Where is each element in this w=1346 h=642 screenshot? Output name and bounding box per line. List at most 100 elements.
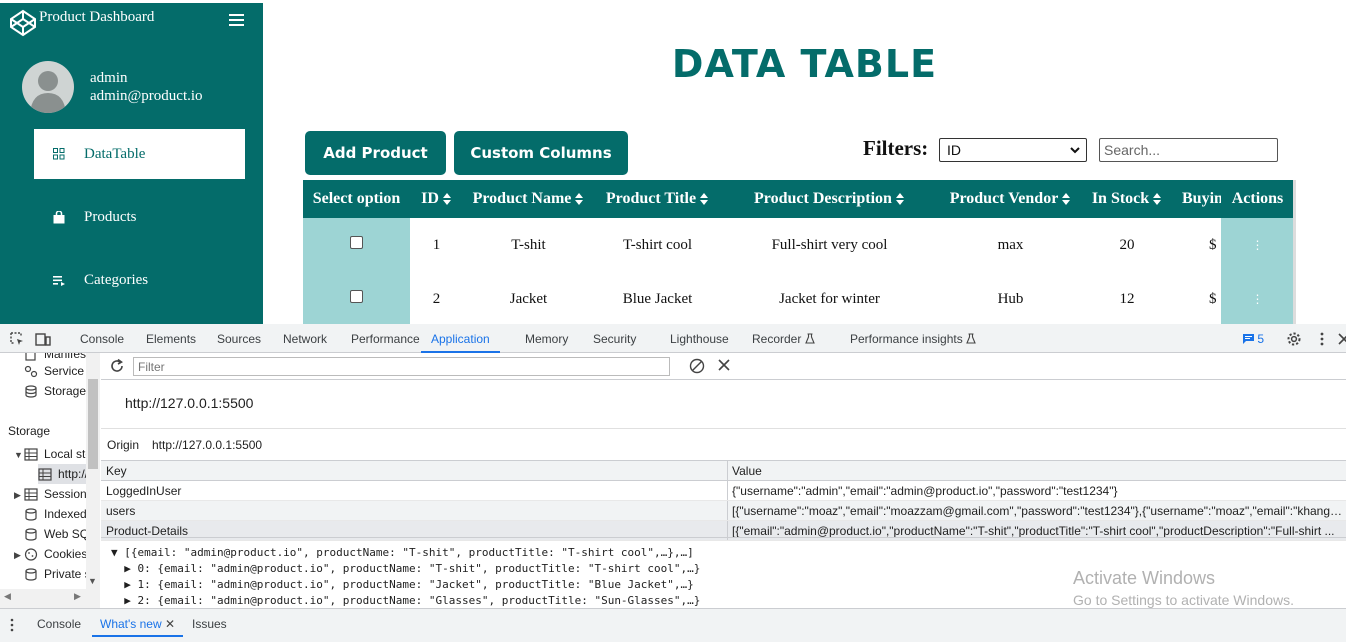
column-divider: [727, 501, 728, 520]
tab-performance[interactable]: Performance: [351, 324, 420, 353]
tab-performance-insights[interactable]: Performance insights: [850, 324, 976, 353]
refresh-icon[interactable]: [109, 358, 125, 374]
row-checkbox[interactable]: [350, 236, 363, 249]
preview-line[interactable]: ▼ [{email: "admin@product.io", productNa…: [111, 546, 694, 559]
table-row[interactable]: users [{"username":"moaz","email":"moazz…: [101, 501, 1346, 521]
drawer-tab-issues[interactable]: Issues: [192, 609, 227, 637]
clear-all-icon[interactable]: [689, 358, 705, 374]
row-checkbox[interactable]: [350, 290, 363, 303]
scroll-down-icon[interactable]: ▼: [88, 576, 97, 586]
origin-row: Origin http://127.0.0.1:5500: [101, 428, 1346, 459]
more-vertical-icon[interactable]: [1314, 331, 1330, 347]
header-in-stock[interactable]: In Stock: [1083, 180, 1171, 218]
storage-heading: Storage: [8, 424, 51, 438]
tab-lighthouse[interactable]: Lighthouse: [670, 324, 729, 353]
nav-item-categories[interactable]: Categories: [34, 255, 245, 305]
nav-item-datatable[interactable]: DataTable: [34, 129, 245, 179]
close-icon[interactable]: [1336, 331, 1346, 347]
kv-header-row: Key Value: [101, 460, 1346, 481]
tab-memory[interactable]: Memory: [525, 324, 568, 353]
tab-application[interactable]: Application: [421, 324, 500, 353]
grid-icon: [52, 147, 66, 161]
table-row[interactable]: LoggedInUser {"username":"admin","email"…: [101, 481, 1346, 501]
kv-value[interactable]: [{"username":"moaz","email":"moazzam@gma…: [732, 501, 1346, 521]
add-product-button[interactable]: Add Product: [305, 131, 446, 175]
sidebar-scrollbar[interactable]: ▼: [86, 353, 100, 608]
sort-icon: [700, 193, 709, 206]
scroll-right-icon[interactable]: ▶: [74, 591, 81, 602]
more-vertical-icon: ⋮: [1251, 291, 1264, 306]
sort-icon: [1153, 193, 1162, 206]
delete-selected-icon[interactable]: [717, 358, 731, 372]
nav-item-products[interactable]: Products: [34, 192, 245, 242]
origin-label: Origin: [107, 438, 140, 452]
storage-key-value-table: Key Value LoggedInUser {"username":"admi…: [101, 460, 1346, 541]
header-product-name[interactable]: Product Name: [463, 180, 594, 218]
header-product-title[interactable]: Product Title: [594, 180, 721, 218]
preview-line[interactable]: ▶ 2: {email: "admin@product.io", product…: [111, 594, 700, 607]
flask-icon: [966, 333, 976, 344]
header-id[interactable]: ID: [410, 180, 463, 218]
drawer-tab-whats-new[interactable]: What's new ✕: [92, 609, 184, 637]
custom-columns-button[interactable]: Custom Columns: [454, 131, 628, 175]
more-vertical-icon[interactable]: [10, 618, 14, 632]
kv-key[interactable]: LoggedInUser: [106, 481, 181, 501]
tab-sources[interactable]: Sources: [217, 324, 261, 353]
table-row[interactable]: 1 T-shit T-shirt cool Full-shirt very co…: [303, 218, 1291, 272]
watermark-line2: Go to Settings to activate Windows.: [1073, 592, 1294, 608]
inspect-element-icon[interactable]: [9, 331, 25, 347]
actions-column: Actions ⋮ ⋮: [1221, 180, 1294, 324]
filter-input[interactable]: [133, 357, 670, 376]
brand[interactable]: [9, 9, 37, 37]
expand-arrow-icon[interactable]: ▼: [14, 445, 24, 465]
column-divider[interactable]: [727, 461, 728, 480]
cell-product-name: Jacket: [509, 290, 548, 307]
scroll-left-icon[interactable]: ◀: [4, 591, 11, 602]
horizontal-scrollbar[interactable]: ◀ ▶: [0, 589, 86, 608]
tree-item-cookies[interactable]: ▶ Cookies: [14, 544, 87, 564]
device-toolbar-icon[interactable]: [35, 331, 51, 347]
header-product-description[interactable]: Product Description: [721, 180, 938, 218]
select-cell[interactable]: [303, 272, 410, 324]
tab-recorder[interactable]: Recorder: [752, 324, 815, 353]
application-sidebar: Manifest Service workers Storage Storage…: [0, 353, 100, 608]
select-cell[interactable]: [303, 218, 410, 272]
collapse-arrow-icon[interactable]: ▶: [14, 545, 24, 565]
gears-icon: [24, 366, 38, 378]
gear-icon[interactable]: [1286, 331, 1302, 347]
chevron-down-icon: [1070, 147, 1080, 154]
table-row[interactable]: 2 Jacket Blue Jacket Jacket for winter H…: [303, 272, 1291, 324]
preview-line[interactable]: ▶ 1: {email: "admin@product.io", product…: [111, 578, 694, 591]
tab-elements[interactable]: Elements: [146, 324, 196, 353]
user-name: admin: [90, 70, 128, 86]
cell-product-description: Full-shirt very cool: [771, 236, 888, 253]
search-input[interactable]: [1099, 138, 1278, 162]
data-table-container[interactable]: Select option ID Product Name Product Ti…: [303, 180, 1294, 324]
sidebar: Product Dashboard admin admin@product.io…: [0, 3, 263, 324]
filter-column-select[interactable]: ID: [939, 138, 1087, 162]
kv-value[interactable]: {"username":"admin","email":"admin@produ…: [732, 481, 1346, 501]
row-actions-button[interactable]: ⋮: [1221, 218, 1294, 272]
tree-item-storage[interactable]: Storage: [24, 381, 86, 401]
kv-header-value[interactable]: Value: [732, 461, 1346, 481]
cell-id: 1: [432, 236, 441, 253]
close-icon[interactable]: ✕: [165, 617, 175, 631]
kv-header-key[interactable]: Key: [106, 461, 127, 481]
messages-badge[interactable]: 5: [1243, 324, 1264, 353]
message-icon: [1243, 334, 1254, 344]
header-select-option: Select option: [303, 180, 410, 218]
preview-line[interactable]: ▶ 0: {email: "admin@product.io", product…: [111, 562, 700, 575]
kv-key[interactable]: users: [106, 501, 135, 521]
nav-label-datatable: DataTable: [84, 145, 146, 162]
origin-url-heading: http://127.0.0.1:5500: [125, 395, 254, 411]
row-actions-button[interactable]: ⋮: [1221, 272, 1294, 324]
collapse-arrow-icon[interactable]: ▶: [14, 485, 24, 505]
tab-console[interactable]: Console: [80, 324, 124, 353]
scrollbar-thumb[interactable]: [88, 379, 98, 469]
table-header-row: Select option ID Product Name Product Ti…: [303, 180, 1291, 218]
drawer-tab-console[interactable]: Console: [37, 609, 81, 637]
header-product-vendor[interactable]: Product Vendor: [938, 180, 1083, 218]
hamburger-menu-icon[interactable]: [229, 14, 244, 26]
tab-security[interactable]: Security: [593, 324, 636, 353]
tab-network[interactable]: Network: [283, 324, 327, 353]
